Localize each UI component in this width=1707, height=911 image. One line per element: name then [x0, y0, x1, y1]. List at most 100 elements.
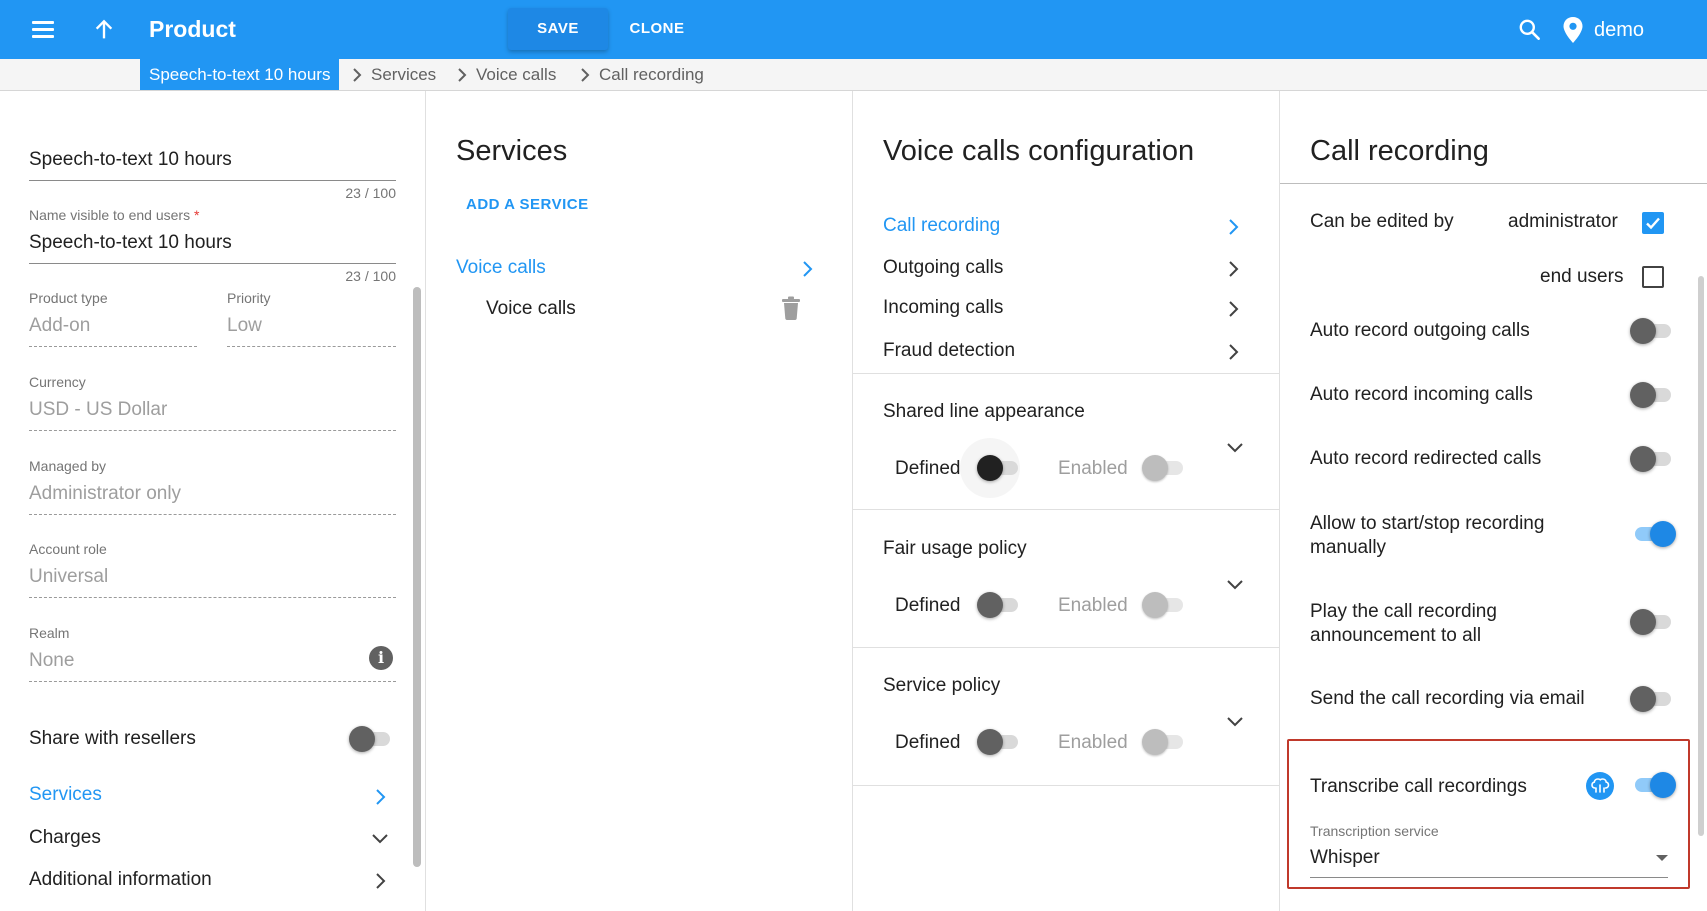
enabled-label: Enabled	[1058, 732, 1128, 753]
send-email-toggle[interactable]	[1630, 686, 1676, 712]
chevron-down-icon[interactable]	[1226, 715, 1244, 727]
edited-by-label: Can be edited by	[1310, 211, 1454, 232]
product-panel: Speech-to-text 10 hours 23 / 100 Name vi…	[0, 91, 426, 911]
top-app-bar: Product SAVE CLONE demo	[0, 0, 1707, 59]
chevron-right-icon	[581, 67, 590, 82]
menu-icon[interactable]	[30, 17, 58, 41]
call-recording-title: Call recording	[1310, 135, 1489, 167]
check-icon	[1646, 217, 1660, 230]
chevron-right-icon[interactable]	[374, 872, 386, 890]
breadcrumb-label: Services	[371, 65, 437, 84]
arrow-up-icon[interactable]	[90, 15, 118, 43]
realm-label: Realm	[29, 625, 70, 641]
enabled-toggle[interactable]	[1142, 592, 1188, 618]
chevron-right-icon[interactable]	[1227, 218, 1239, 236]
account-role-field: Universal	[29, 566, 109, 587]
breadcrumb-current[interactable]: Speech-to-text 10 hours	[140, 59, 340, 90]
sidebar-item-charges[interactable]: Charges	[29, 827, 101, 849]
chevron-right-icon	[353, 67, 362, 82]
defined-label: Defined	[895, 595, 961, 616]
priority-underline	[227, 346, 396, 347]
visible-name-input[interactable]: Speech-to-text 10 hours	[29, 232, 232, 254]
product-type-label: Product type	[29, 290, 108, 306]
end-users-checkbox[interactable]	[1642, 266, 1664, 288]
breadcrumb-item-call-recording[interactable]: Call recording	[580, 59, 704, 90]
share-resellers-toggle[interactable]	[349, 726, 395, 752]
managed-by-underline	[29, 514, 396, 515]
divider	[853, 647, 1280, 648]
nav-fraud-detection[interactable]: Fraud detection	[883, 340, 1015, 362]
product-type-underline	[29, 346, 197, 347]
visible-name-counter: 23 / 100	[345, 268, 396, 284]
defined-toggle[interactable]	[977, 455, 1023, 481]
page-title: Product	[149, 16, 236, 42]
location-pin-icon	[1563, 17, 1583, 43]
chevron-right-icon[interactable]	[1227, 260, 1239, 278]
enabled-toggle[interactable]	[1142, 729, 1188, 755]
auto-record-incoming-toggle[interactable]	[1630, 382, 1676, 408]
chevron-down-icon[interactable]	[1226, 578, 1244, 590]
search-icon[interactable]	[1517, 17, 1543, 43]
chevron-down-icon[interactable]	[1226, 441, 1244, 453]
scrollbar[interactable]	[413, 287, 421, 867]
voice-config-title: Voice calls configuration	[883, 135, 1195, 167]
breadcrumb-item-services[interactable]: Services	[352, 59, 436, 90]
chevron-right-icon[interactable]	[801, 260, 813, 278]
trash-icon[interactable]	[780, 296, 802, 320]
currency-label: Currency	[29, 374, 86, 390]
section-service-policy: Service policy	[883, 675, 1001, 696]
enabled-toggle[interactable]	[1142, 455, 1188, 481]
product-type-field: Add-on	[29, 315, 91, 336]
highlight-box	[1287, 739, 1690, 889]
sidebar-item-services[interactable]: Services	[29, 784, 102, 806]
sidebar-item-additional-information[interactable]: Additional information	[29, 869, 212, 891]
defined-toggle[interactable]	[977, 592, 1023, 618]
account-role-label: Account role	[29, 541, 107, 557]
managed-by-field: Administrator only	[29, 483, 182, 504]
chevron-right-icon[interactable]	[1227, 300, 1239, 318]
breadcrumb-item-voice-calls[interactable]: Voice calls	[457, 59, 556, 90]
info-icon[interactable]: i	[369, 646, 393, 670]
defined-label: Defined	[895, 732, 961, 753]
add-service-button[interactable]: ADD A SERVICE	[466, 196, 589, 213]
chevron-right-icon[interactable]	[1227, 343, 1239, 361]
account-role-underline	[29, 597, 396, 598]
save-button[interactable]: SAVE	[508, 8, 608, 50]
nav-call-recording[interactable]: Call recording	[883, 215, 1000, 237]
breadcrumb: Speech-to-text 10 hours Services Voice c…	[0, 59, 1707, 91]
send-email-label: Send the call recording via email	[1310, 688, 1585, 709]
visible-name-underline	[29, 263, 396, 264]
priority-field: Low	[227, 315, 262, 336]
divider	[853, 373, 1280, 374]
currency-underline	[29, 430, 396, 431]
product-name-counter: 23 / 100	[345, 185, 396, 201]
enabled-label: Enabled	[1058, 595, 1128, 616]
chevron-right-icon[interactable]	[374, 788, 386, 806]
nav-outgoing-calls[interactable]: Outgoing calls	[883, 257, 1003, 279]
services-panel: Services ADD A SERVICE Voice calls Voice…	[426, 91, 853, 911]
nav-incoming-calls[interactable]: Incoming calls	[883, 297, 1003, 319]
section-fair-usage-policy: Fair usage policy	[883, 538, 1027, 559]
product-name-underline	[29, 180, 396, 181]
announcement-toggle[interactable]	[1630, 609, 1676, 635]
visible-name-label: Name visible to end users *	[29, 207, 200, 223]
administrator-checkbox[interactable]	[1642, 212, 1664, 234]
breadcrumb-label: Voice calls	[476, 65, 557, 84]
auto-record-incoming-label: Auto record incoming calls	[1310, 384, 1533, 405]
defined-toggle[interactable]	[977, 729, 1023, 755]
manual-recording-label: Allow to start/stop recording manually	[1310, 513, 1545, 558]
title-divider	[1280, 183, 1707, 184]
product-name-input[interactable]: Speech-to-text 10 hours	[29, 149, 232, 171]
auto-record-outgoing-toggle[interactable]	[1630, 318, 1676, 344]
enabled-label: Enabled	[1058, 458, 1128, 479]
auto-record-redirected-toggle[interactable]	[1630, 446, 1676, 472]
manual-recording-toggle[interactable]	[1630, 521, 1676, 547]
chevron-down-icon[interactable]	[371, 832, 389, 844]
service-item-voice-calls[interactable]: Voice calls	[486, 298, 576, 320]
services-title: Services	[456, 135, 568, 167]
scrollbar[interactable]	[1698, 276, 1704, 836]
service-group-voice-calls[interactable]: Voice calls	[456, 257, 546, 279]
clone-button[interactable]: CLONE	[617, 8, 697, 50]
auto-record-redirected-label: Auto record redirected calls	[1310, 448, 1542, 469]
user-menu[interactable]: demo	[1562, 15, 1644, 45]
